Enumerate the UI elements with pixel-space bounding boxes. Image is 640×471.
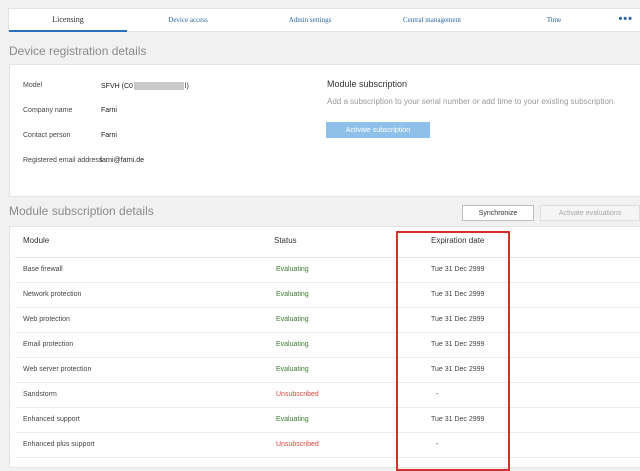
- module-name: Network protection: [23, 291, 82, 298]
- table-row[interactable]: Enhanced plus support Unsubscribed -: [15, 432, 640, 458]
- expiration-date: -: [436, 391, 439, 398]
- contact-label: Contact person: [23, 132, 71, 139]
- expiration-date: Tue 31 Dec 2999: [431, 266, 485, 273]
- expiration-date: Tue 31 Dec 2999: [431, 341, 485, 348]
- module-name: Enhanced support: [23, 416, 80, 423]
- table-row[interactable]: Email protection Evaluating Tue 31 Dec 2…: [15, 332, 640, 358]
- tab-admin-settings[interactable]: Admin settings: [249, 9, 371, 31]
- expiration-date: Tue 31 Dec 2999: [431, 291, 485, 298]
- status-text: Unsubscribed: [276, 441, 319, 448]
- module-name: Web protection: [23, 316, 70, 323]
- column-status[interactable]: Status: [274, 236, 297, 245]
- table-row[interactable]: Network protection Evaluating Tue 31 Dec…: [15, 282, 640, 308]
- modules-title: Module subscription details: [9, 204, 154, 218]
- table-header: Module Status Expiration date: [15, 227, 640, 258]
- tab-licensing[interactable]: Licensing: [9, 9, 127, 32]
- model-suffix: l): [184, 82, 189, 90]
- status-text: Evaluating: [276, 316, 309, 323]
- subscription-description: Add a subscription to your serial number…: [327, 97, 616, 106]
- modules-table: Module Status Expiration date Base firew…: [9, 226, 640, 468]
- column-module[interactable]: Module: [23, 236, 49, 245]
- company-label: Company name: [23, 107, 73, 114]
- registration-title: Device registration details: [9, 44, 147, 58]
- tab-device-access[interactable]: Device access: [127, 9, 249, 31]
- expiration-date: Tue 31 Dec 2999: [431, 366, 485, 373]
- status-text: Unsubscribed: [276, 391, 319, 398]
- company-value: Farni: [101, 107, 117, 114]
- module-name: Email protection: [23, 341, 74, 348]
- table-row[interactable]: Enhanced support Evaluating Tue 31 Dec 2…: [15, 407, 640, 433]
- expiration-date: Tue 31 Dec 2999: [431, 416, 485, 423]
- table-row[interactable]: Base firewall Evaluating Tue 31 Dec 2999: [15, 257, 640, 283]
- model-value: SFVH (C0 l): [101, 82, 189, 90]
- tab-bar: Licensing Device access Admin settings C…: [8, 8, 640, 32]
- expiration-date: Tue 31 Dec 2999: [431, 316, 485, 323]
- contact-value: Farni: [101, 132, 117, 139]
- table-row[interactable]: Web server protection Evaluating Tue 31 …: [15, 357, 640, 383]
- redacted-mask: [133, 82, 184, 90]
- tab-time[interactable]: Time: [493, 9, 615, 31]
- module-name: Enhanced plus support: [23, 441, 95, 448]
- module-name: Web server protection: [23, 366, 92, 373]
- status-text: Evaluating: [276, 266, 309, 273]
- activate-subscription-button[interactable]: Activate subscription: [326, 122, 430, 138]
- module-name: Sandstorm: [23, 391, 57, 398]
- model-prefix: SFVH (C0: [101, 82, 133, 90]
- status-text: Evaluating: [276, 416, 309, 423]
- status-text: Evaluating: [276, 366, 309, 373]
- activate-evaluations-button[interactable]: Activate evaluations: [540, 205, 640, 221]
- table-row[interactable]: Web protection Evaluating Tue 31 Dec 299…: [15, 307, 640, 333]
- email-label: Registered email address: [23, 157, 103, 164]
- status-text: Evaluating: [276, 341, 309, 348]
- tab-central-management[interactable]: Central management: [371, 9, 493, 31]
- email-value: farni@farni.de: [100, 157, 145, 164]
- module-name: Base firewall: [23, 266, 63, 273]
- synchronize-button[interactable]: Synchronize: [462, 205, 534, 221]
- registration-card: Model SFVH (C0 l) Company name Farni Cont…: [9, 64, 640, 197]
- column-expiration[interactable]: Expiration date: [431, 236, 484, 245]
- expiration-date: -: [436, 441, 439, 448]
- model-label: Model: [23, 82, 43, 89]
- more-tabs-icon[interactable]: •••: [615, 9, 640, 31]
- subscription-title: Module subscription: [327, 79, 408, 89]
- status-text: Evaluating: [276, 291, 309, 298]
- table-row[interactable]: Sandstorm Unsubscribed -: [15, 382, 640, 408]
